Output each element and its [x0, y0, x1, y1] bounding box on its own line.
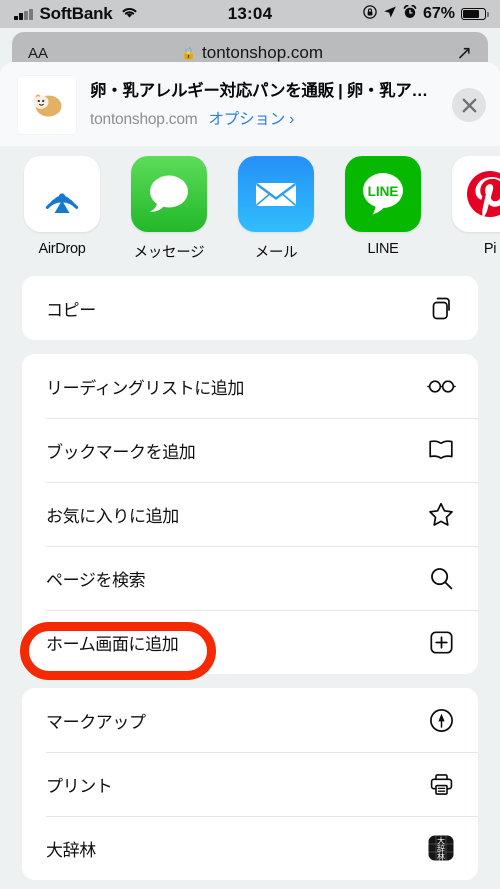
share-action-group-1: コピー	[22, 276, 478, 340]
messages-icon	[131, 156, 207, 232]
row-label: マークアップ	[46, 712, 146, 732]
status-bar-right: 67%	[363, 4, 489, 24]
share-app-label: メール	[254, 245, 298, 261]
safari-url-text: tontonshop.com	[202, 43, 323, 62]
printer-icon	[426, 772, 456, 797]
rotation-lock-icon	[363, 4, 377, 24]
share-action-group-3: マークアップ プリント 大辞林 大 辞 林	[22, 688, 478, 880]
share-action-add-bookmark[interactable]: ブックマークを追加	[22, 418, 478, 482]
add-to-home-icon	[426, 630, 456, 655]
share-sheet: 卵・乳アレルギー対応パンを通販 | 卵・乳アレ… tontonshop.com …	[0, 62, 500, 889]
share-app-messages[interactable]: メッセージ	[129, 156, 209, 262]
share-action-print[interactable]: プリント	[22, 752, 478, 816]
airdrop-icon	[24, 156, 100, 232]
share-action-find-on-page[interactable]: ページを検索	[22, 546, 478, 610]
share-sheet-header: 卵・乳アレルギー対応パンを通販 | 卵・乳アレ… tontonshop.com …	[0, 62, 500, 146]
iphone-screen: SoftBank 13:04 67% AA 🔒 tontonshop.com ↗…	[0, 0, 500, 889]
battery-percentage: 67%	[422, 5, 455, 22]
battery-icon	[461, 8, 489, 20]
svg-text:林: 林	[437, 851, 445, 861]
close-button[interactable]	[452, 88, 486, 122]
lock-icon: 🔒	[181, 46, 197, 60]
share-action-add-reading-list[interactable]: リーディングリストに追加	[22, 354, 478, 418]
star-icon	[426, 502, 456, 527]
search-icon	[426, 566, 456, 591]
share-app-label: メッセージ	[133, 245, 205, 261]
row-label: 大辞林	[46, 840, 96, 860]
page-title: 卵・乳アレルギー対応パンを通販 | 卵・乳アレ…	[90, 81, 438, 100]
share-action-add-favorite[interactable]: お気に入りに追加	[22, 482, 478, 546]
share-apps-row: AirDrop メッセージ メール LINE LINE Pi	[0, 146, 500, 276]
share-app-airdrop[interactable]: AirDrop	[22, 156, 102, 262]
share-action-markup[interactable]: マークアップ	[22, 688, 478, 752]
markup-icon	[426, 708, 456, 733]
book-icon	[426, 439, 456, 461]
safari-url-field[interactable]: 🔒 tontonshop.com	[48, 43, 456, 63]
page-domain: tontonshop.com	[90, 111, 198, 129]
row-label: プリント	[46, 776, 113, 796]
mail-icon	[238, 156, 314, 232]
copy-icon	[426, 296, 456, 321]
options-link[interactable]: オプション ›	[209, 107, 295, 129]
row-label: ページを検索	[46, 570, 146, 590]
row-label: コピー	[46, 300, 96, 320]
share-app-label: Pi	[483, 241, 497, 257]
line-icon: LINE	[345, 156, 421, 232]
share-action-daijirin[interactable]: 大辞林 大 辞 林	[22, 816, 478, 880]
share-action-copy[interactable]: コピー	[22, 276, 478, 340]
row-label: お気に入りに追加	[46, 506, 179, 526]
share-app-pinterest[interactable]: Pi	[450, 156, 500, 262]
page-subtitle: tontonshop.com オプション ›	[90, 107, 438, 129]
row-label: ブックマークを追加	[46, 442, 196, 462]
share-app-label: AirDrop	[38, 241, 86, 257]
share-action-group-2: リーディングリストに追加 ブックマークを追加 お気に入りに追加 ページを検索 ホ…	[22, 354, 478, 674]
site-favicon	[18, 76, 76, 134]
share-action-add-to-home-screen[interactable]: ホーム画面に追加	[22, 610, 478, 674]
share-app-label: LINE	[367, 241, 399, 257]
glasses-icon	[426, 378, 456, 395]
row-label: ホーム画面に追加	[46, 634, 179, 654]
status-bar: SoftBank 13:04 67%	[0, 0, 500, 28]
close-icon	[462, 98, 477, 113]
location-arrow-icon	[383, 5, 397, 24]
svg-text:LINE: LINE	[368, 184, 399, 199]
share-target-info: 卵・乳アレルギー対応パンを通販 | 卵・乳アレ… tontonshop.com …	[90, 81, 438, 129]
page-zoom-aa-button[interactable]: AA	[28, 45, 48, 62]
daijirin-app-icon: 大 辞 林	[426, 834, 456, 862]
row-label: リーディングリストに追加	[46, 378, 245, 398]
pinterest-icon	[452, 156, 500, 232]
share-app-line[interactable]: LINE LINE	[343, 156, 423, 262]
share-app-mail[interactable]: メール	[236, 156, 316, 262]
alarm-clock-icon	[403, 4, 417, 24]
